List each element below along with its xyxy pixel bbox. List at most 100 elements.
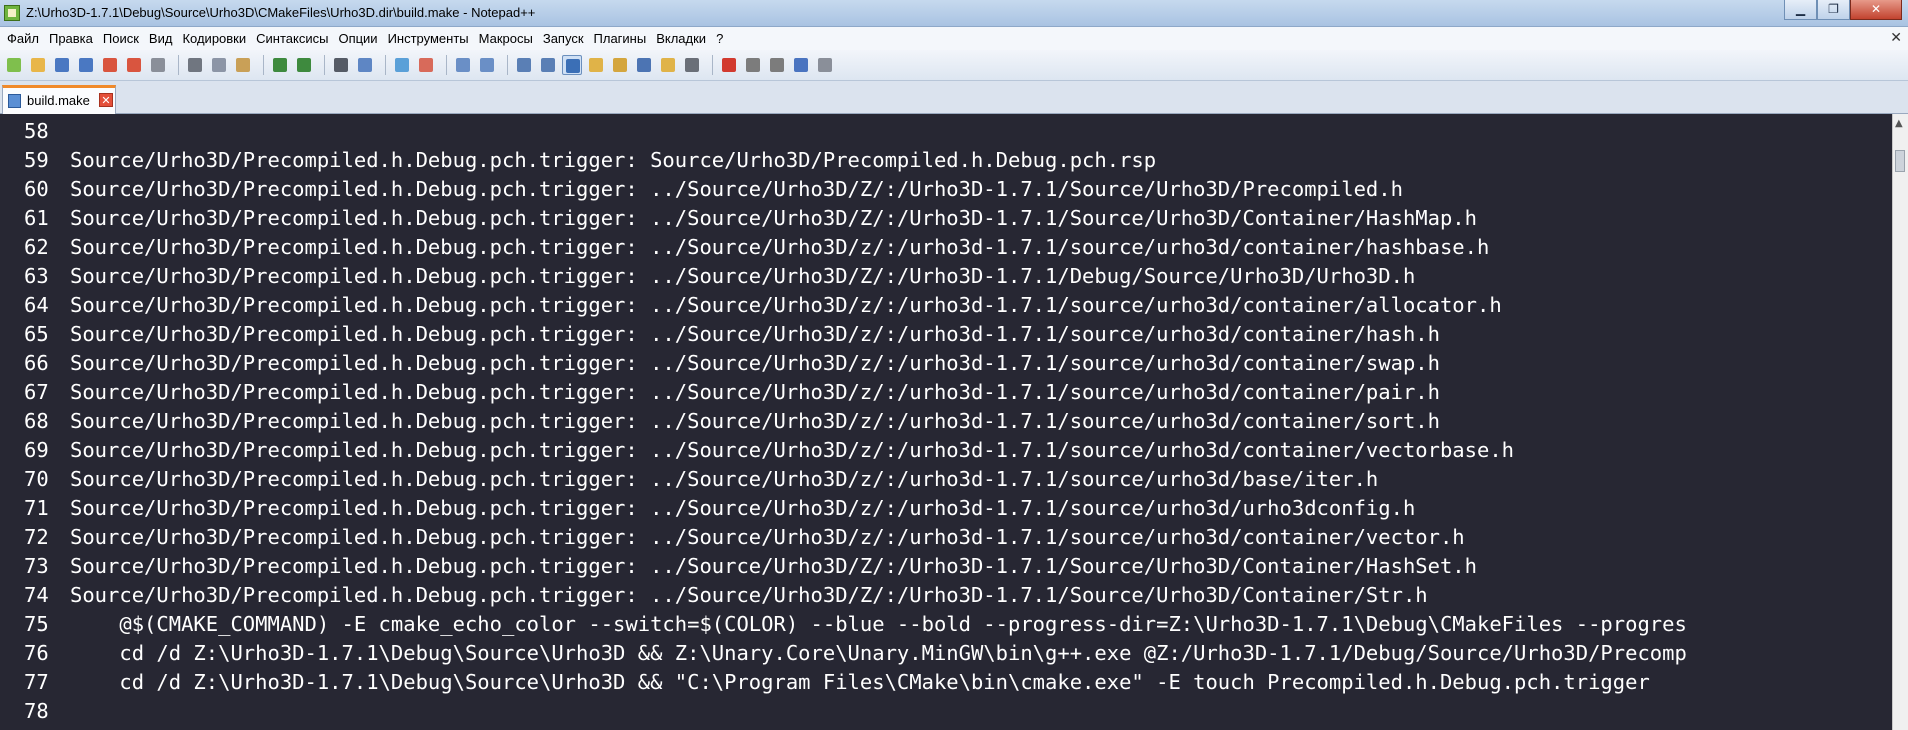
menu-run[interactable]: Запуск <box>538 31 589 46</box>
line-number: 65 <box>24 322 49 346</box>
menu-encoding[interactable]: Кодировки <box>177 31 251 46</box>
code-line[interactable]: 69 Source/Urho3D/Precompiled.h.Debug.pch.… <box>0 436 1892 465</box>
code-line[interactable]: 70 Source/Urho3D/Precompiled.h.Debug.pch.… <box>0 465 1892 494</box>
code-line[interactable]: 63 Source/Urho3D/Precompiled.h.Debug.pch.… <box>0 262 1892 291</box>
monitoring-icon[interactable] <box>682 55 702 75</box>
sync-horizontal-icon[interactable] <box>477 55 497 75</box>
user-language-icon[interactable] <box>586 55 606 75</box>
code-line[interactable]: 78 <box>0 697 1892 726</box>
menu-plugins[interactable]: Плагины <box>589 31 652 46</box>
menu-help[interactable]: ? <box>711 31 728 46</box>
doc-map-icon[interactable] <box>610 55 630 75</box>
line-text: Source/Urho3D/Precompiled.h.Debug.pch.tr… <box>70 177 1403 201</box>
code-line[interactable]: 75 @$(CMAKE_COMMAND) -E cmake_echo_color… <box>0 610 1892 639</box>
monitoring-icon-glyph <box>685 58 699 72</box>
menu-view[interactable]: Вид <box>144 31 178 46</box>
line-number: 76 <box>24 641 49 665</box>
run-macro-multiple-icon[interactable] <box>791 55 811 75</box>
function-list-icon[interactable] <box>634 55 654 75</box>
redo-icon[interactable] <box>294 55 314 75</box>
replace-icon-glyph <box>358 58 372 72</box>
line-number: 71 <box>24 496 49 520</box>
tab-close-icon[interactable]: ✕ <box>99 93 113 107</box>
toolbar-separator <box>507 55 508 75</box>
line-number: 58 <box>24 119 49 143</box>
copy-icon[interactable] <box>209 55 229 75</box>
save-all-icon[interactable] <box>76 55 96 75</box>
play-macro-icon[interactable] <box>767 55 787 75</box>
run-macro-multiple-icon-glyph <box>794 58 808 72</box>
vertical-scrollbar[interactable]: ▲ <box>1892 114 1908 730</box>
toolbar-separator <box>263 55 264 75</box>
code-line[interactable]: 72 Source/Urho3D/Precompiled.h.Debug.pch.… <box>0 523 1892 552</box>
print-icon-glyph <box>151 58 165 72</box>
close-all-icon[interactable] <box>124 55 144 75</box>
menu-edit[interactable]: Правка <box>44 31 98 46</box>
line-text: Source/Urho3D/Precompiled.h.Debug.pch.tr… <box>70 554 1477 578</box>
print-icon[interactable] <box>148 55 168 75</box>
cut-icon-glyph <box>188 58 202 72</box>
menu-language[interactable]: Синтаксисы <box>251 31 333 46</box>
user-language-icon-glyph <box>589 58 603 72</box>
line-number: 59 <box>24 148 49 172</box>
line-number: 72 <box>24 525 49 549</box>
menu-macro[interactable]: Макросы <box>474 31 538 46</box>
save-macro-icon[interactable] <box>815 55 835 75</box>
code-line[interactable]: 68 Source/Urho3D/Precompiled.h.Debug.pch.… <box>0 407 1892 436</box>
close-window-button[interactable]: ✕ <box>1850 0 1902 20</box>
title-bar[interactable]: Z:\Urho3D-1.7.1\Debug\Source\Urho3D\CMak… <box>0 0 1908 27</box>
sync-vertical-icon[interactable] <box>453 55 473 75</box>
undo-icon[interactable] <box>270 55 290 75</box>
code-line[interactable]: 59 Source/Urho3D/Precompiled.h.Debug.pch.… <box>0 146 1892 175</box>
find-icon[interactable] <box>331 55 351 75</box>
code-line[interactable]: 74 Source/Urho3D/Precompiled.h.Debug.pch.… <box>0 581 1892 610</box>
new-file-icon[interactable] <box>4 55 24 75</box>
replace-icon[interactable] <box>355 55 375 75</box>
zoom-in-icon[interactable] <box>392 55 412 75</box>
code-line[interactable]: 65 Source/Urho3D/Precompiled.h.Debug.pch.… <box>0 320 1892 349</box>
minimize-button[interactable]: ▁ <box>1784 0 1817 20</box>
paste-icon[interactable] <box>233 55 253 75</box>
code-line[interactable]: 62 Source/Urho3D/Precompiled.h.Debug.pch.… <box>0 233 1892 262</box>
menu-settings[interactable]: Опции <box>333 31 382 46</box>
window-title: Z:\Urho3D-1.7.1\Debug\Source\Urho3D\CMak… <box>26 5 536 20</box>
close-document-icon[interactable]: ✕ <box>1890 30 1902 46</box>
close-icon[interactable] <box>100 55 120 75</box>
code-line[interactable]: 58 <box>0 117 1892 146</box>
editor-area[interactable]: 58 59 Source/Urho3D/Precompiled.h.Debug.pc… <box>0 114 1892 730</box>
tab-build-make[interactable]: build.make ✕ <box>2 85 116 114</box>
line-number: 60 <box>24 177 49 201</box>
code-line[interactable]: 77 cd /d Z:\Urho3D-1.7.1\Debug\Source\Ur… <box>0 668 1892 697</box>
menu-search[interactable]: Поиск <box>98 31 144 46</box>
cut-icon[interactable] <box>185 55 205 75</box>
stop-macro-icon[interactable] <box>743 55 763 75</box>
code-line[interactable]: 73 Source/Urho3D/Precompiled.h.Debug.pch.… <box>0 552 1892 581</box>
word-wrap-icon[interactable] <box>514 55 534 75</box>
line-text: Source/Urho3D/Precompiled.h.Debug.pch.tr… <box>70 293 1502 317</box>
line-text: Source/Urho3D/Precompiled.h.Debug.pch.tr… <box>70 148 1157 172</box>
code-line[interactable]: 67 Source/Urho3D/Precompiled.h.Debug.pch.… <box>0 378 1892 407</box>
menu-window[interactable]: Вкладки <box>651 31 711 46</box>
code-line[interactable]: 60 Source/Urho3D/Precompiled.h.Debug.pch.… <box>0 175 1892 204</box>
tab-bar: build.make ✕ <box>0 81 1908 114</box>
open-file-icon[interactable] <box>28 55 48 75</box>
folder-workspace-icon[interactable] <box>658 55 678 75</box>
code-line[interactable]: 76 cd /d Z:\Urho3D-1.7.1\Debug\Source\Ur… <box>0 639 1892 668</box>
code-line[interactable]: 71 Source/Urho3D/Precompiled.h.Debug.pch.… <box>0 494 1892 523</box>
maximize-button[interactable]: ❐ <box>1817 0 1850 20</box>
code-line[interactable]: 66 Source/Urho3D/Precompiled.h.Debug.pch.… <box>0 349 1892 378</box>
save-icon[interactable] <box>52 55 72 75</box>
code-line[interactable]: 64 Source/Urho3D/Precompiled.h.Debug.pch.… <box>0 291 1892 320</box>
save-all-icon-glyph <box>79 58 93 72</box>
menu-tools[interactable]: Инструменты <box>383 31 474 46</box>
record-macro-icon[interactable] <box>719 55 739 75</box>
function-list-icon-glyph <box>637 58 651 72</box>
indent-guide-icon[interactable] <box>562 55 582 75</box>
code-line[interactable]: 61 Source/Urho3D/Precompiled.h.Debug.pch.… <box>0 204 1892 233</box>
menu-file[interactable]: Файл <box>2 31 44 46</box>
scrollbar-thumb[interactable] <box>1895 150 1905 172</box>
show-all-chars-icon[interactable] <box>538 55 558 75</box>
line-text: Source/Urho3D/Precompiled.h.Debug.pch.tr… <box>70 322 1440 346</box>
scroll-up-icon[interactable]: ▲ <box>1895 118 1903 129</box>
zoom-out-icon[interactable] <box>416 55 436 75</box>
